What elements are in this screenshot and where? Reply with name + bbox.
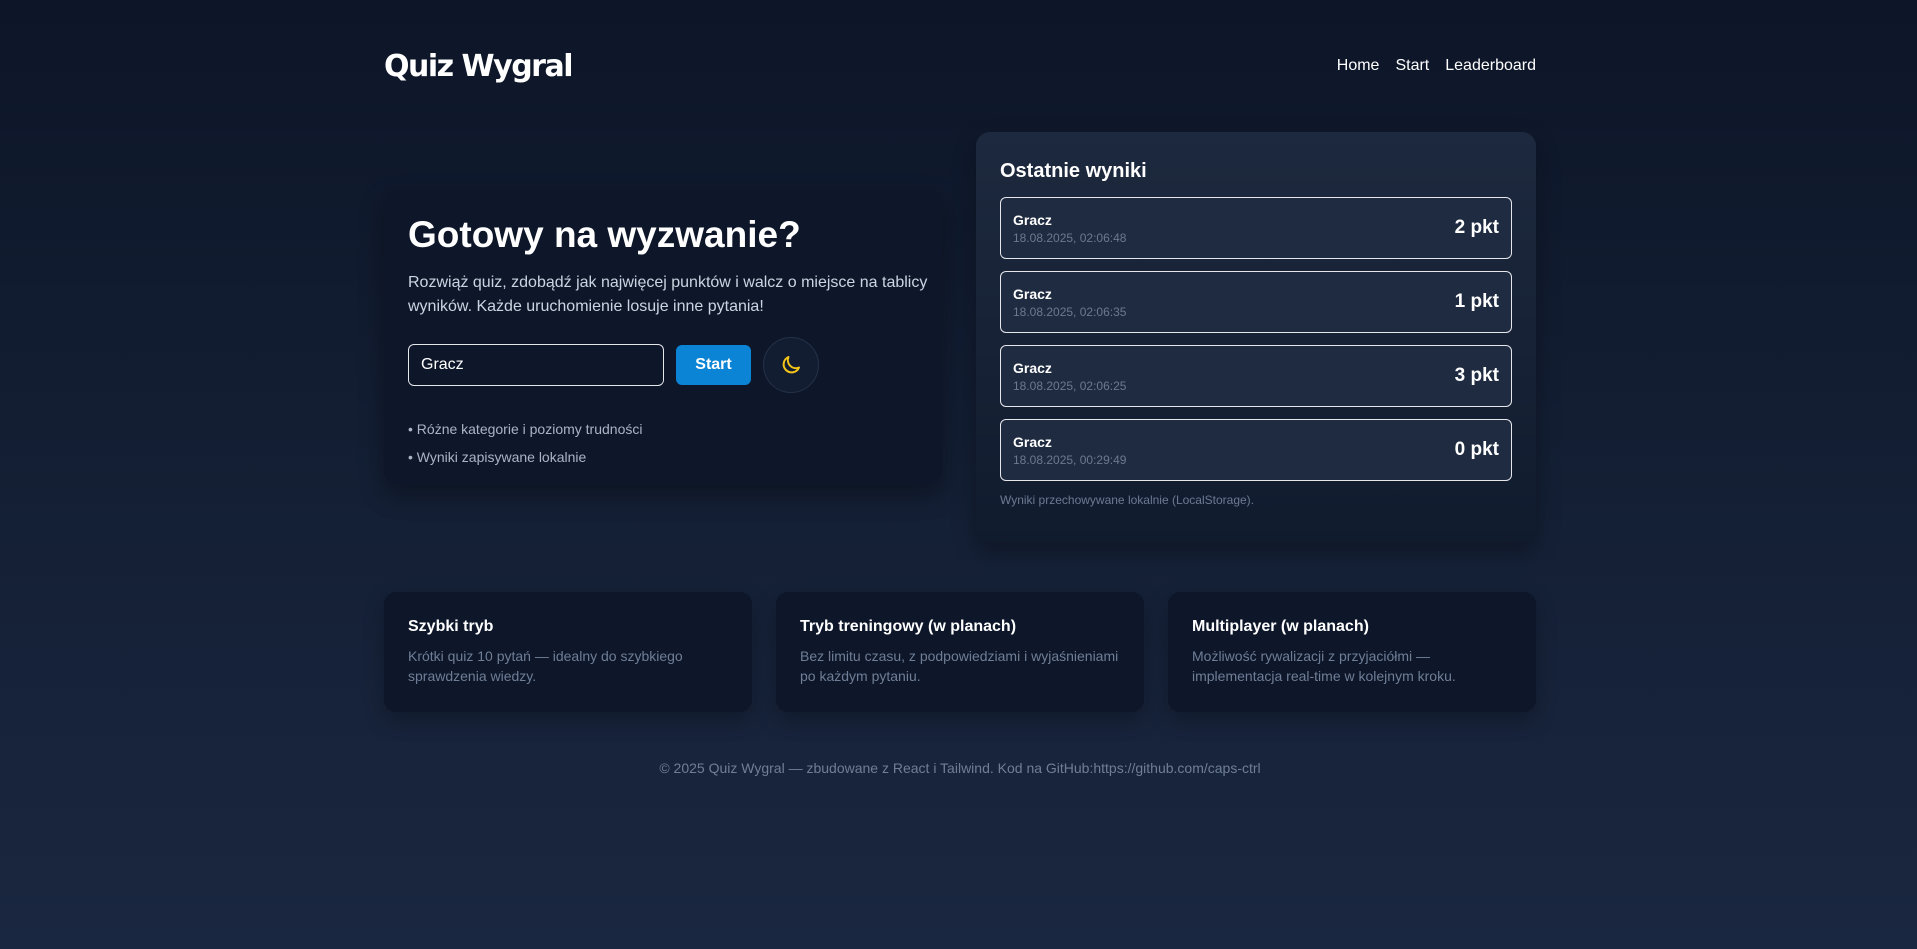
result-date: 18.08.2025, 02:06:35 — [1013, 304, 1127, 319]
results-list: Gracz 18.08.2025, 02:06:48 2 pkt Gracz 1… — [1000, 197, 1512, 481]
recent-results-panel: Ostatnie wyniki Gracz 18.08.2025, 02:06:… — [976, 132, 1536, 542]
result-date: 18.08.2025, 02:06:48 — [1013, 230, 1127, 245]
result-date: 18.08.2025, 02:06:25 — [1013, 378, 1127, 393]
result-score: 0 pkt — [1454, 439, 1499, 460]
nav-leaderboard-link[interactable]: Leaderboard — [1445, 57, 1536, 75]
results-storage-note: Wyniki przechowywane lokalnie (LocalStor… — [1000, 493, 1255, 507]
result-player-name: Gracz — [1013, 285, 1052, 302]
card-description: Krótki quiz 10 pytań — idealny do szybki… — [408, 648, 683, 684]
card-title: Tryb treningowy (w planach) — [800, 618, 1017, 635]
result-score: 2 pkt — [1454, 217, 1499, 238]
hero-title: Gotowy na wyzwanie? — [408, 214, 801, 255]
result-row: Gracz 18.08.2025, 02:06:25 3 pkt — [1000, 345, 1512, 407]
feature-item: • Wyniki zapisywane lokalnie — [408, 448, 587, 465]
hero-description: Rozwiąż quiz, zdobądź jak najwięcej punk… — [408, 273, 928, 315]
result-player-name: Gracz — [1013, 211, 1052, 228]
result-player-name: Gracz — [1013, 433, 1052, 450]
result-row: Gracz 18.08.2025, 02:06:48 2 pkt — [1000, 197, 1512, 259]
main-nav: Home Start Leaderboard — [1337, 57, 1536, 75]
site-logo[interactable]: Quiz Wygral — [384, 49, 574, 84]
result-player-name: Gracz — [1013, 359, 1052, 376]
moon-icon — [782, 355, 800, 373]
result-row: Gracz 18.08.2025, 00:29:49 0 pkt — [1000, 419, 1512, 481]
start-button[interactable]: Start — [676, 344, 751, 385]
result-score: 1 pkt — [1454, 291, 1499, 312]
result-row: Gracz 18.08.2025, 02:06:35 1 pkt — [1000, 271, 1512, 333]
card-title: Szybki tryb — [408, 618, 494, 635]
nav-start-link[interactable]: Start — [1395, 57, 1429, 75]
card-description: Bez limitu czasu, z podpowiedziami i wyj… — [800, 648, 1119, 684]
feature-item: • Różne kategorie i poziomy trudności — [408, 420, 643, 437]
nav-home-link[interactable]: Home — [1337, 57, 1380, 75]
theme-toggle-button[interactable] — [763, 336, 819, 393]
mode-cards: Szybki tryb Krótki quiz 10 pytań — ideal… — [384, 592, 1536, 712]
start-controls: Start — [408, 336, 918, 393]
result-date: 18.08.2025, 00:29:49 — [1013, 452, 1127, 467]
site-header: Quiz Wygral Home Start Leaderboard — [384, 46, 1536, 86]
card-description: Możliwość rywalizacji z przyjaciółmi — i… — [1192, 648, 1456, 684]
hero-card: Gotowy na wyzwanie? Rozwiąż quiz, zdobąd… — [384, 190, 942, 485]
result-score: 3 pkt — [1454, 365, 1499, 386]
site-footer: © 2025 Quiz Wygral — zbudowane z React i… — [659, 760, 1261, 776]
mode-card-training: Tryb treningowy (w planach) Bez limitu c… — [776, 592, 1144, 712]
results-title: Ostatnie wyniki — [1000, 160, 1147, 182]
feature-list: • Różne kategorie i poziomy trudności • … — [408, 415, 918, 471]
card-title: Multiplayer (w planach) — [1192, 618, 1369, 635]
player-name-input[interactable] — [408, 343, 664, 386]
mode-card-quick: Szybki tryb Krótki quiz 10 pytań — ideal… — [384, 592, 752, 712]
mode-card-multiplayer: Multiplayer (w planach) Możliwość rywali… — [1168, 592, 1536, 712]
